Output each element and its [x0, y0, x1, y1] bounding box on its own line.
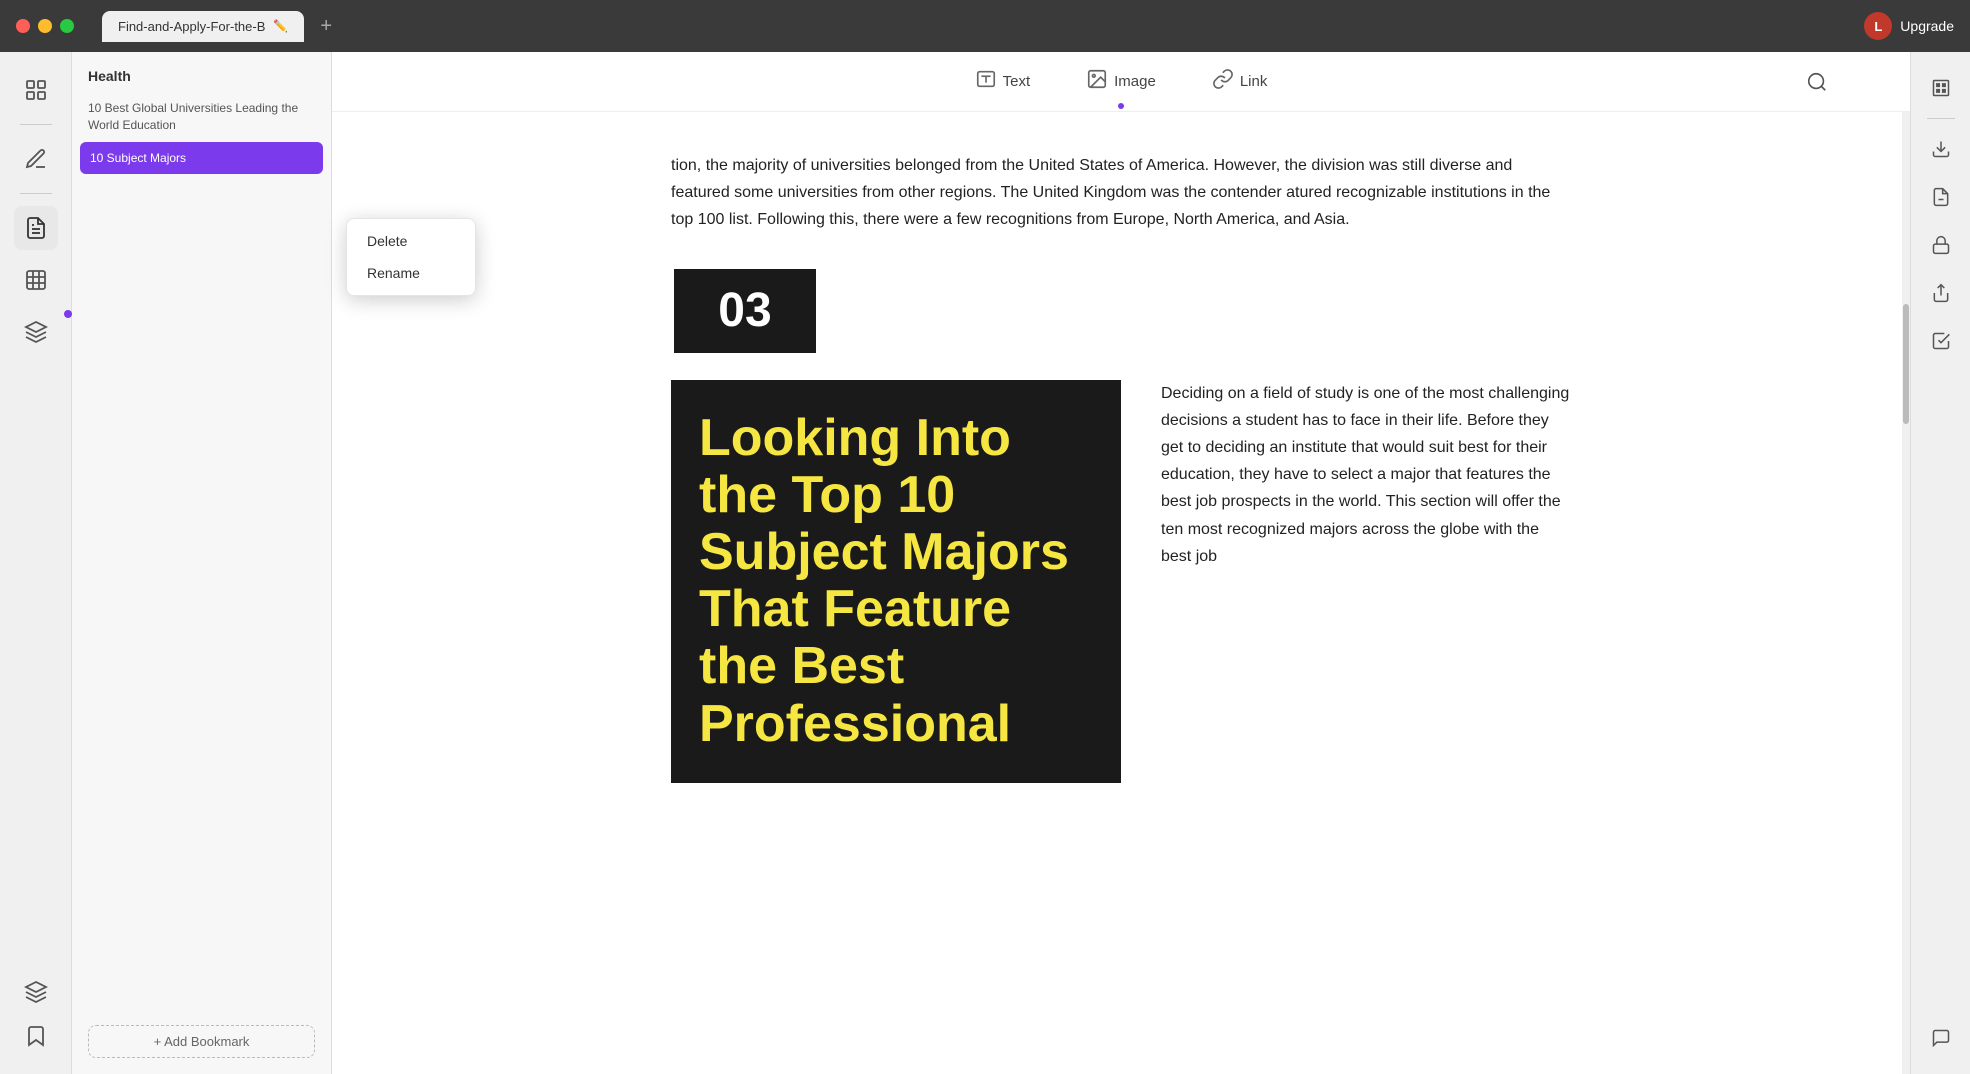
maximize-button[interactable] — [60, 19, 74, 33]
close-button[interactable] — [16, 19, 30, 33]
context-menu: Delete Rename — [346, 218, 476, 296]
text-tool-label: Text — [1003, 73, 1031, 90]
text-tool-button[interactable]: Text — [963, 62, 1043, 101]
edit-icon-btn[interactable] — [14, 137, 58, 181]
edit-icon: ✏️ — [273, 19, 288, 33]
bookmarks-footer: + Add Bookmark — [72, 1009, 331, 1074]
titlebar: Find-and-Apply-For-the-B ✏️ + L Upgrade — [0, 0, 1970, 52]
right-panel — [1910, 52, 1970, 1074]
link-icon — [1212, 68, 1234, 95]
image-number: 03 — [718, 270, 771, 352]
upgrade-label: Upgrade — [1900, 18, 1954, 34]
bookmarks-icon-btn[interactable] — [14, 68, 58, 112]
stack-icon-btn[interactable] — [14, 970, 58, 1014]
app-body: Health 10 Best Global Universities Leadi… — [0, 52, 1970, 1074]
add-bookmark-button[interactable]: + Add Bookmark — [88, 1025, 315, 1058]
scroll-track — [1902, 112, 1910, 1074]
scroll-thumb[interactable] — [1903, 304, 1909, 424]
image-feature-box: Looking Into the Top 10 Subject Majors T… — [671, 380, 1121, 783]
image-tool-button[interactable]: Image — [1074, 62, 1168, 101]
active-indicator-dot — [64, 310, 72, 318]
lock-button[interactable] — [1921, 225, 1961, 265]
pages-icon-btn[interactable] — [14, 206, 58, 250]
layers-icon-btn[interactable] — [14, 310, 58, 354]
table-icon-btn[interactable] — [14, 258, 58, 302]
new-tab-button[interactable]: + — [320, 15, 332, 38]
content-row: Looking Into the Top 10 Subject Majors T… — [671, 380, 1571, 783]
image-icon — [1086, 68, 1108, 95]
tab[interactable]: Find-and-Apply-For-the-B ✏️ — [102, 11, 304, 42]
upgrade-section[interactable]: L Upgrade — [1864, 12, 1954, 40]
toolbar: Text Image — [332, 52, 1910, 112]
pdfa-button[interactable] — [1921, 177, 1961, 217]
bookmarks-header: Health — [72, 52, 331, 92]
minimize-button[interactable] — [38, 19, 52, 33]
right-text: Deciding on a field of study is one of t… — [1161, 380, 1571, 570]
image-number-box: 03 — [671, 266, 819, 356]
content-text: tion, the majority of universities belon… — [671, 152, 1571, 783]
image-block: 03 Looking Into the Top 10 Subject Major… — [671, 266, 1571, 783]
image-tool-label: Image — [1114, 73, 1156, 90]
bookmarks-panel: Health 10 Best Global Universities Leadi… — [72, 52, 332, 1074]
traffic-lights — [16, 19, 74, 33]
check-button[interactable] — [1921, 321, 1961, 361]
bookmark-item-0[interactable]: 10 Best Global Universities Leading the … — [72, 92, 331, 142]
link-tool-label: Link — [1240, 73, 1268, 90]
main-content: Text Image — [332, 52, 1910, 1074]
extract-button[interactable] — [1921, 129, 1961, 169]
right-divider-1 — [1927, 118, 1955, 119]
bookmark-icon-btn[interactable] — [14, 1014, 58, 1058]
ocr-button[interactable] — [1921, 68, 1961, 108]
content-right-text: Deciding on a field of study is one of t… — [1161, 380, 1571, 570]
context-menu-rename[interactable]: Rename — [347, 257, 475, 289]
sidebar-divider-1 — [20, 124, 52, 125]
paragraph-1: tion, the majority of universities belon… — [671, 152, 1571, 234]
content-area[interactable]: tion, the majority of universities belon… — [332, 112, 1910, 1074]
share-button[interactable] — [1921, 273, 1961, 313]
tab-label: Find-and-Apply-For-the-B — [118, 19, 265, 34]
search-button[interactable] — [1794, 65, 1840, 99]
avatar: L — [1864, 12, 1892, 40]
chat-button[interactable] — [1921, 1018, 1961, 1058]
context-menu-delete[interactable]: Delete — [347, 225, 475, 257]
text-icon — [975, 68, 997, 95]
left-sidebar — [0, 52, 72, 1074]
sidebar-divider-2 — [20, 193, 52, 194]
link-tool-button[interactable]: Link — [1200, 62, 1280, 101]
bookmark-item-1[interactable]: 10 Subject Majors — [80, 142, 323, 175]
